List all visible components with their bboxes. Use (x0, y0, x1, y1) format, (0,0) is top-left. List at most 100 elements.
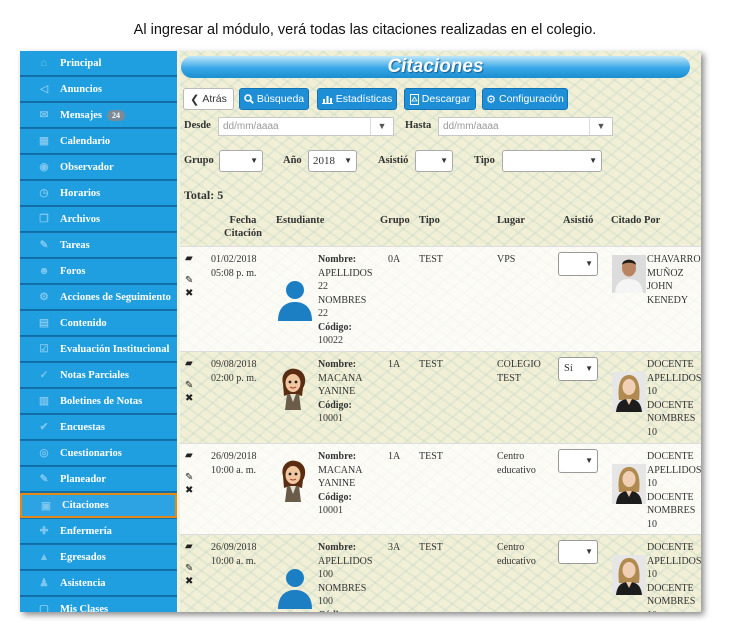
cited-by-name: CHAVARRO MUÑOZ JOHN KENEDY (647, 253, 701, 307)
place-value: Centro educativo (497, 541, 536, 568)
report-icon: ▥ (39, 396, 49, 407)
sidebar-item-label: Mis Clases (60, 603, 109, 613)
folder-icon[interactable]: ▰ (185, 358, 199, 372)
folder-icon[interactable]: ▰ (185, 450, 199, 464)
sidebar-item-cuestionarios[interactable]: ◎ Cuestionarios (20, 441, 177, 466)
text-line: 10 (647, 478, 657, 489)
folder-icon[interactable]: ▰ (185, 541, 199, 555)
edit-icon[interactable]: ✎ (185, 275, 199, 288)
chevron-down-icon[interactable]: ▼ (370, 118, 393, 135)
files-icon: ❐ (39, 214, 49, 225)
sidebar-item-label: Citaciones (62, 500, 109, 511)
sidebar-item-evaluacion-institucional[interactable]: ☑ Evaluación Institucional (20, 337, 177, 362)
sidebar-item-boletines-de-notas[interactable]: ▥ Boletines de Notas (20, 389, 177, 414)
sidebar-item-archivos[interactable]: ❐ Archivos (20, 207, 177, 232)
sidebar-item-asistencia[interactable]: ♟ Asistencia (20, 571, 177, 596)
delete-icon[interactable]: ✖ (185, 288, 199, 301)
back-button[interactable]: ❮ Atrás (183, 88, 234, 110)
sidebar-item-label: Archivos (60, 213, 101, 225)
classes-icon: ▢ (39, 604, 49, 612)
student-avatar (276, 565, 314, 609)
edit-icon[interactable]: ✎ (185, 563, 199, 576)
sidebar-item-enfermeria[interactable]: ✚ Enfermería (20, 519, 177, 544)
clock-icon: ◷ (39, 188, 49, 199)
student-avatar (276, 277, 314, 321)
sidebar-item-mis-clases[interactable]: ▢ Mis Clases (20, 597, 177, 612)
tipo-select[interactable]: ▼ (502, 150, 602, 172)
text-line: 100 (318, 569, 333, 580)
configuration-button[interactable]: ⚙ Configuración (482, 88, 568, 110)
text-line: DOCENTE (647, 491, 694, 503)
calendar-icon: ▦ (39, 136, 49, 147)
hasta-date-input[interactable]: dd/mm/aaaa ▼ (438, 117, 613, 136)
edit-icon[interactable]: ✎ (185, 380, 199, 393)
sidebar-item-label: Foros (60, 265, 86, 277)
app-window: ⌂ Principal ◁ Anuncios ✉ Mensajes 24 ▦ Calendari… (20, 51, 701, 612)
sidebar-item-contenido[interactable]: ▤ Contenido (20, 311, 177, 336)
citation-date: 09/08/2018 02:00 p. m. (211, 358, 257, 385)
table-row: ▰ ✎ ✖ 09/08/2018 02:00 p. m. Nombre: MACANA YAN… (180, 351, 701, 444)
text-line: DOCENTE (647, 399, 694, 411)
sidebar-item-label: Notas Parciales (60, 369, 129, 381)
text-line: COLEGIO (497, 359, 541, 370)
sidebar-item-label: Encuestas (60, 421, 105, 433)
sidebar-item-mensajes[interactable]: ✉ Mensajes 24 (20, 103, 177, 128)
text-line: 10 (647, 426, 657, 438)
download-button[interactable]: Descargar (404, 88, 476, 110)
text-line: 10 (647, 609, 701, 613)
student-info: Nombre: MACANA YANINE Código: 10001 (318, 358, 362, 426)
statistics-button[interactable]: Estadísticas (317, 88, 397, 110)
folder-icon[interactable]: ▰ (185, 253, 199, 267)
sidebar-item-tareas[interactable]: ✎ Tareas (20, 233, 177, 258)
delete-icon[interactable]: ✖ (185, 576, 199, 589)
sidebar-item-observador[interactable]: ◉ Observador (20, 155, 177, 180)
attended-value: Sí (564, 363, 573, 374)
grades-icon: ✓ (39, 370, 49, 381)
sidebar-item-planeador[interactable]: ✎ Planeador (20, 467, 177, 492)
sidebar-item-acciones-de-seguimiento[interactable]: ⚙ Acciones de Seguimiento (20, 285, 177, 310)
text-line: 22 (318, 308, 328, 319)
sidebar-item-label: Tareas (60, 239, 90, 251)
delete-icon[interactable]: ✖ (185, 393, 199, 406)
text-line: TEST (497, 372, 521, 384)
search-button[interactable]: Búsqueda (239, 88, 309, 110)
sidebar-item-encuestas[interactable]: ✔ Encuestas (20, 415, 177, 440)
anio-select[interactable]: 2018 ▼ (308, 150, 357, 172)
sidebar-item-anuncios[interactable]: ◁ Anuncios (20, 77, 177, 102)
attended-select[interactable]: Sí ▼ (558, 357, 598, 381)
sidebar-item-calendario[interactable]: ▦ Calendario (20, 129, 177, 154)
sidebar-item-egresados[interactable]: ▲ Egresados (20, 545, 177, 570)
attended-select[interactable]: ▼ (558, 252, 598, 276)
row-actions: ▰ ✎ ✖ (185, 450, 199, 498)
sidebar-item-foros[interactable]: ☻ Foros (20, 259, 177, 284)
attended-select[interactable]: ▼ (558, 540, 598, 564)
codigo-label: Código: (318, 491, 352, 503)
desde-date-input[interactable]: dd/mm/aaaa ▼ (218, 117, 394, 136)
time-value: 05:08 p. m. (211, 267, 257, 279)
sidebar-item-horarios[interactable]: ◷ Horarios (20, 181, 177, 206)
sidebar-item-notas-parciales[interactable]: ✓ Notas Parciales (20, 363, 177, 388)
asistio-select[interactable]: ▼ (415, 150, 453, 172)
chevron-down-icon: ▼ (344, 156, 352, 165)
grupo-select[interactable]: ▼ (219, 150, 263, 172)
type-value: TEST (419, 359, 443, 370)
codigo-label: Código: (318, 399, 352, 411)
unread-badge: 24 (107, 109, 125, 121)
text-line: MUÑOZ (647, 267, 684, 279)
sidebar-item-citaciones[interactable]: ▣ Citaciones (20, 493, 177, 518)
attended-select[interactable]: ▼ (558, 449, 598, 473)
chevron-down-icon[interactable]: ▼ (589, 118, 612, 135)
student-info: Nombre: APELLIDOS 100 NOMBRES 100 Código: (318, 541, 372, 612)
codigo-label: Código: (318, 610, 352, 613)
delete-icon[interactable]: ✖ (185, 485, 199, 498)
grupo-label: Grupo (184, 155, 214, 166)
citation-date: 01/02/2018 05:08 p. m. (211, 253, 257, 280)
table-row: ▰ ✎ ✖ 26/09/2018 10:00 a. m. Nombre: MACANA YAN… (180, 443, 701, 535)
edit-icon[interactable]: ✎ (185, 472, 199, 485)
total-count: Total: 5 (184, 188, 224, 202)
text-line: 10 (647, 569, 657, 580)
sidebar-item-label: Horarios (60, 187, 101, 199)
sidebar-item-principal[interactable]: ⌂ Principal (20, 51, 177, 76)
text-line: DOCENTE (647, 582, 694, 594)
main-content: Citaciones ❮ Atrás Búsqueda Estadísticas… (180, 51, 701, 612)
